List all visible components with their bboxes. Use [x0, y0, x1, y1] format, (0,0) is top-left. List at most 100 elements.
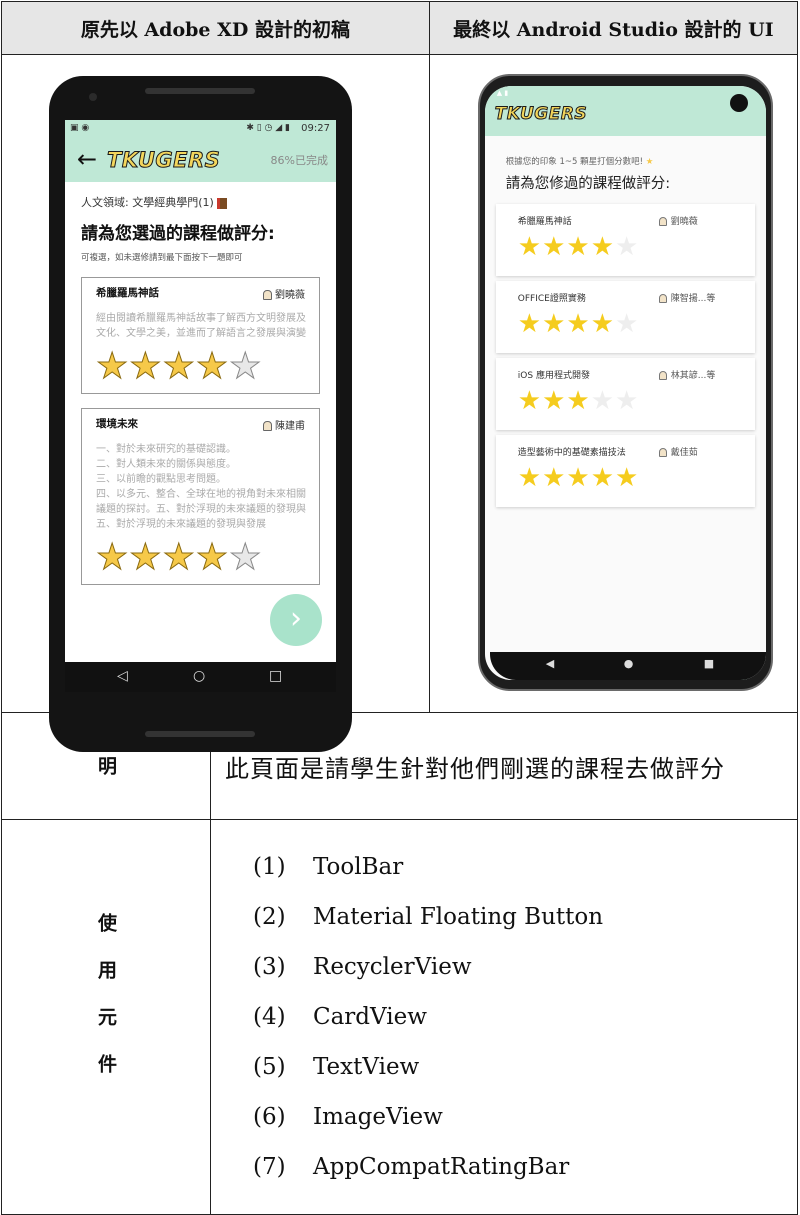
notification-icons: ▣ ◉ — [70, 123, 90, 133]
component-name: ImageView — [313, 1104, 443, 1130]
header-left: 原先以 Adobe XD 設計的初稿 — [1, 1, 430, 55]
component-item: (3) RecyclerView — [253, 942, 797, 992]
course-card: 希臘羅馬神話 劉曉薇 ★★★★★ — [495, 204, 755, 276]
rating-star-icon[interactable]: ★ — [591, 387, 614, 415]
nav-back-icon[interactable]: ◁ — [117, 668, 128, 684]
rating-star-icon[interactable]: ★ — [129, 348, 162, 385]
person-icon — [658, 217, 667, 226]
back-arrow-icon[interactable]: ← — [77, 145, 97, 173]
rating-star-icon[interactable]: ★ — [162, 539, 195, 576]
toolbar: ▲ ▮ TKUGERS — [484, 86, 766, 136]
star-icon: ★ — [645, 157, 654, 167]
nav-home-icon[interactable]: ● — [624, 657, 634, 670]
nav-back-icon[interactable]: ◀ — [546, 657, 554, 670]
course-name: 希臘羅馬神話 — [517, 217, 572, 227]
rating-star-icon[interactable]: ★ — [542, 310, 565, 338]
rating-star-icon[interactable]: ★ — [615, 233, 638, 261]
rating-star-icon[interactable]: ★ — [591, 233, 614, 261]
rating-star-icon[interactable]: ★ — [566, 233, 589, 261]
component-number: (5) — [253, 1054, 286, 1080]
rating-star-icon[interactable]: ★ — [566, 464, 589, 492]
rating-star-icon[interactable]: ★ — [566, 387, 589, 415]
rating-star-icon[interactable]: ★ — [542, 233, 565, 261]
component-item: (6) ImageView — [253, 1092, 797, 1142]
teacher-name: 戴佳茹 — [670, 448, 698, 458]
nav-recents-icon[interactable]: □ — [269, 668, 282, 684]
person-icon — [658, 371, 667, 380]
rating-bar[interactable]: ★★★★★ — [95, 348, 311, 385]
rating-star-icon[interactable]: ★ — [95, 539, 128, 576]
rating-star-icon[interactable]: ★ — [229, 539, 262, 576]
rating-star-icon[interactable]: ★ — [229, 348, 262, 385]
draft-screen: ▣ ◉ ✱ ▯ ◷ ◢ ▮ 09:27 ← TKUGERS 86%已完成 人文領… — [65, 120, 336, 662]
nav-recents-icon[interactable]: ■ — [704, 657, 714, 670]
rating-star-icon[interactable]: ★ — [615, 464, 638, 492]
component-name: RecyclerView — [313, 954, 472, 980]
final-screen: ▲ ▮ TKUGERS 根據您的印象 1~5 顆星打個分數吧! ★ 請為您修過的… — [484, 86, 766, 680]
teacher: 陳智揚...等 — [658, 291, 715, 304]
component-number: (1) — [253, 854, 286, 880]
progress-text: 86%已完成 — [270, 154, 328, 167]
final-phone-frame: ▲ ▮ TKUGERS 根據您的印象 1~5 顆星打個分數吧! ★ 請為您修過的… — [477, 74, 773, 691]
teacher: 劉曉薇 — [263, 286, 305, 301]
components-label: 使用元件 — [1, 819, 211, 1215]
component-name: Material Floating Button — [313, 904, 604, 930]
app-logo: TKUGERS — [106, 148, 221, 173]
course-name: OFFICE證照實務 — [517, 294, 586, 304]
component-number: (4) — [253, 1004, 286, 1030]
rating-star-icon[interactable]: ★ — [615, 387, 638, 415]
header-right: 最終以 Android Studio 設計的 UI — [428, 1, 799, 55]
rating-star-icon[interactable]: ★ — [195, 348, 228, 385]
components-label-text: 使用元件 — [95, 913, 117, 1101]
chevron-right-icon: › — [290, 601, 302, 636]
person-icon — [263, 290, 272, 300]
rating-star-icon[interactable]: ★ — [542, 387, 565, 415]
rating-bar[interactable]: ★★★★★ — [518, 387, 755, 415]
status-time: 09:27 — [301, 123, 330, 134]
rating-star-icon[interactable]: ★ — [129, 539, 162, 576]
rating-star-icon[interactable]: ★ — [518, 310, 541, 338]
punch-hole-camera — [729, 94, 748, 112]
rating-bar[interactable]: ★★★★★ — [518, 310, 755, 338]
draft-phone-frame: ▣ ◉ ✱ ▯ ◷ ◢ ▮ 09:27 ← TKUGERS 86%已完成 人文領… — [49, 76, 352, 752]
front-camera — [89, 93, 97, 101]
final-screenshot-cell: ▲ ▮ TKUGERS 根據您的印象 1~5 顆星打個分數吧! ★ 請為您修過的… — [428, 54, 799, 713]
rating-bar[interactable]: ★★★★★ — [518, 464, 755, 492]
rating-bar[interactable]: ★★★★★ — [518, 233, 755, 261]
rating-star-icon[interactable]: ★ — [195, 539, 228, 576]
rating-star-icon[interactable]: ★ — [518, 387, 541, 415]
rating-star-icon[interactable]: ★ — [591, 464, 614, 492]
course-name: 造型藝術中的基礎素描技法 — [517, 448, 626, 458]
teacher-name: 劉曉薇 — [275, 290, 305, 301]
course-field: 人文領域: 文學經典學門(1) — [81, 194, 320, 210]
rating-star-icon[interactable]: ★ — [566, 310, 589, 338]
course-card: 希臘羅馬神話 劉曉薇 經由閱讀希臘羅馬神話故事了解西方文明發展及文化、文學之美，並進… — [81, 277, 320, 394]
component-number: (3) — [253, 954, 286, 980]
teacher: 林其諺...等 — [658, 368, 716, 381]
rating-star-icon[interactable]: ★ — [542, 464, 565, 492]
draft-screenshot-cell: ▣ ◉ ✱ ▯ ◷ ◢ ▮ 09:27 ← TKUGERS 86%已完成 人文領… — [1, 54, 430, 752]
nav-home-icon[interactable]: ○ — [193, 668, 205, 684]
rating-star-icon[interactable]: ★ — [615, 310, 638, 338]
app-logo: TKUGERS — [494, 104, 588, 125]
rating-bar[interactable]: ★★★★★ — [95, 539, 311, 576]
person-icon — [263, 421, 272, 431]
component-name: CardView — [313, 1004, 427, 1030]
page-title: 請為您選過的課程做評分: — [81, 224, 275, 244]
person-icon — [658, 448, 667, 457]
teacher-name: 林其諺...等 — [670, 371, 716, 381]
teacher-name: 陳建甫 — [275, 421, 305, 432]
course-name: iOS 應用程式開發 — [517, 371, 590, 381]
toolbar: ← TKUGERS 86%已完成 — [65, 138, 336, 182]
rating-star-icon[interactable]: ★ — [591, 310, 614, 338]
rating-star-icon[interactable]: ★ — [518, 233, 541, 261]
next-fab[interactable]: › — [270, 594, 322, 646]
teacher: 劉曉薇 — [658, 214, 698, 227]
component-item: (2) Material Floating Button — [253, 892, 797, 942]
course-card: OFFICE證照實務 陳智揚...等 ★★★★★ — [495, 281, 755, 353]
book-icon — [216, 197, 227, 209]
component-item: (7) AppCompatRatingBar — [253, 1142, 797, 1192]
rating-star-icon[interactable]: ★ — [518, 464, 541, 492]
rating-star-icon[interactable]: ★ — [95, 348, 128, 385]
rating-star-icon[interactable]: ★ — [162, 348, 195, 385]
